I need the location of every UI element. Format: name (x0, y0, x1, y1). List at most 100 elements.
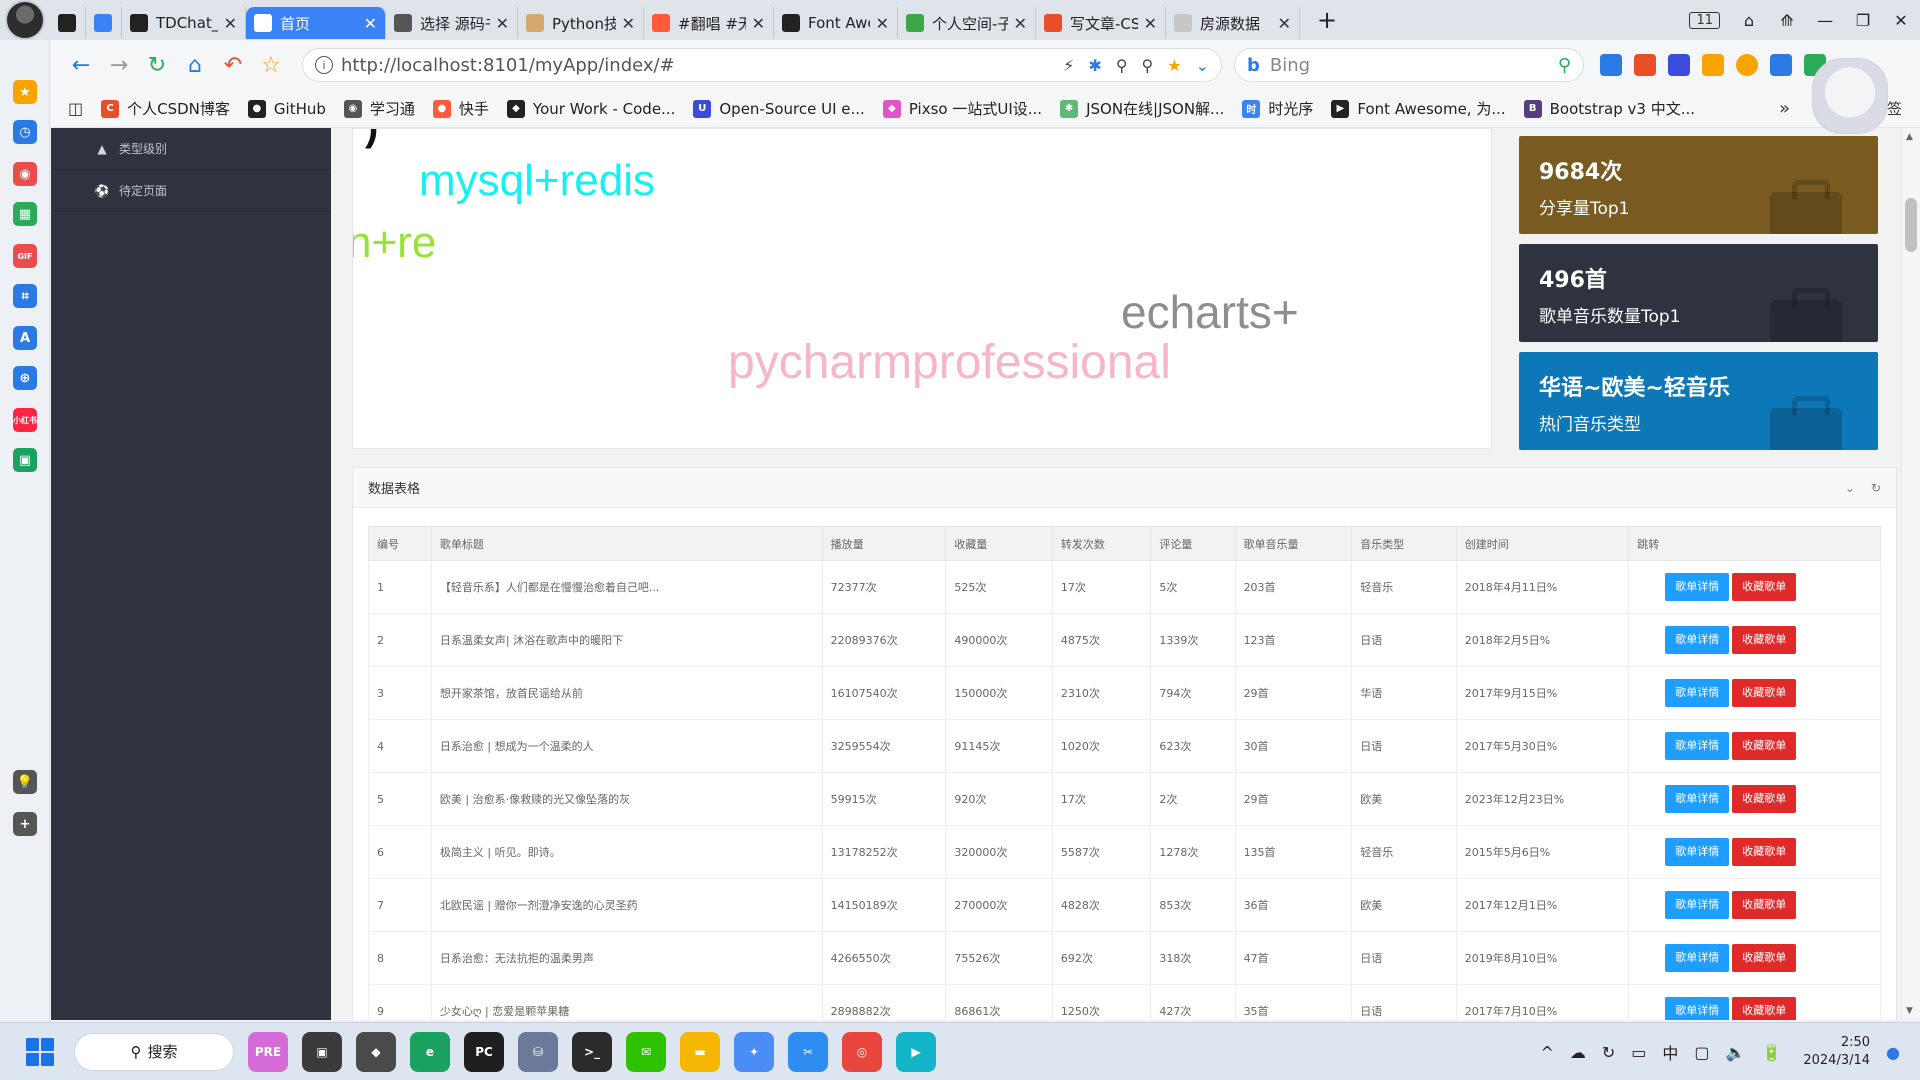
bookmark-item[interactable]: U Open-Source UI e... (693, 99, 865, 118)
favorite-playlist-button[interactable]: 收藏歌单 (1732, 732, 1797, 760)
new-tab-button[interactable]: + (1312, 6, 1342, 34)
translate-icon[interactable]: A (13, 326, 37, 350)
translate-extension-icon[interactable] (1600, 54, 1622, 76)
close-window-button[interactable]: ✕ (1882, 11, 1920, 30)
crop-extension-icon[interactable] (1770, 54, 1792, 76)
history-icon[interactable]: ◷ (13, 120, 37, 144)
notification-bell-icon[interactable]: ● (1886, 1043, 1900, 1062)
share-icon[interactable]: ✱ (1088, 56, 1101, 75)
record-icon[interactable]: ◉ (13, 162, 37, 186)
close-tab-icon[interactable]: ✕ (622, 14, 635, 33)
network-app-icon[interactable]: ⛁ (518, 1031, 558, 1072)
bookmark-item[interactable]: ◆ Pixso 一站式UI设... (882, 98, 1042, 119)
minimize-button[interactable]: — (1806, 11, 1844, 30)
browser-tab[interactable]: 写文章-CSD ✕ (1036, 7, 1166, 39)
forward-icon[interactable]: → (100, 53, 138, 78)
browser-tab[interactable]: Font Awes ✕ (774, 7, 898, 39)
playlist-detail-button[interactable]: 歌单详情 (1665, 785, 1730, 813)
grid-extension-icon[interactable] (1702, 54, 1724, 76)
xiaohongshu-icon[interactable]: 小红书 (13, 408, 37, 432)
favorites-icon[interactable]: ★ (13, 80, 37, 104)
bookmark-item[interactable]: ▶ Font Awesome, 为... (1331, 98, 1506, 119)
favorite-star-icon[interactable]: ☆ (252, 53, 290, 78)
cube-app-icon[interactable]: ◆ (356, 1031, 396, 1072)
lightning-icon[interactable]: ⚡ (1063, 56, 1074, 75)
chat-app-icon[interactable]: ✦ (734, 1031, 774, 1072)
column-header[interactable]: 评论量 (1150, 526, 1236, 561)
bookmark-item[interactable]: 时时光序 (1242, 98, 1313, 119)
browser-tab[interactable]: 选择 源码书 ✕ (386, 7, 518, 39)
bookmark-item[interactable]: ◉ 学习通 (343, 98, 415, 119)
home-icon[interactable]: ⌂ (176, 53, 214, 78)
screenshot-app-icon[interactable]: ✂ (788, 1031, 828, 1072)
collections-icon[interactable]: ⌂ (1730, 11, 1768, 30)
favorite-playlist-button[interactable]: 收藏歌单 (1732, 891, 1797, 919)
red-extension-icon[interactable] (1634, 54, 1656, 76)
column-header[interactable]: 歌单标题 (430, 526, 823, 561)
back-icon[interactable]: ← (62, 53, 100, 78)
url-text[interactable]: http://localhost:8101/myApp/index/# (341, 55, 1063, 76)
playlist-detail-button[interactable]: 歌单详情 (1665, 838, 1730, 866)
favorite-playlist-button[interactable]: 收藏歌单 (1732, 626, 1797, 654)
browser-tab[interactable]: TDChat_GP ✕ (122, 7, 246, 39)
column-header[interactable]: 跳转 (1628, 526, 1881, 561)
sidebar-item-type-level[interactable]: ▲ 类型级别 (51, 128, 331, 170)
bookmark-item[interactable]: C 个人CSDN博客 (101, 98, 230, 119)
column-header[interactable]: 播放量 (821, 526, 947, 561)
close-tab-icon[interactable]: ✕ (224, 14, 237, 33)
bookmarks-more-button[interactable]: » (1779, 98, 1790, 119)
moon-extension-icon[interactable] (1736, 54, 1758, 76)
favorite-playlist-button[interactable]: 收藏歌单 (1732, 944, 1797, 972)
crop-icon[interactable]: ⌗ (13, 284, 37, 308)
bookmarks-other[interactable]: 签 (1887, 98, 1902, 119)
ime-icon[interactable]: 中 (1662, 1040, 1678, 1064)
start-button[interactable] (26, 1037, 54, 1066)
favorite-playlist-button[interactable]: 收藏歌单 (1732, 785, 1797, 813)
url-bar[interactable]: i http://localhost:8101/myApp/index/# ⚡ … (302, 48, 1222, 82)
favorite-playlist-button[interactable]: 收藏歌单 (1732, 573, 1797, 601)
close-tab-icon[interactable]: ✕ (364, 14, 377, 33)
browser-tab[interactable]: #翻唱 #无声 ✕ (644, 7, 774, 39)
column-header[interactable]: 歌单音乐量 (1234, 526, 1353, 561)
search-input[interactable]: Bing (1270, 55, 1310, 76)
scrollbar-thumb[interactable] (1905, 198, 1917, 252)
sidebar-item-pending-page[interactable]: ⚽ 待定页面 (51, 170, 331, 212)
playlist-detail-button[interactable]: 歌单详情 (1665, 944, 1730, 972)
clock[interactable]: 2:50 2024/3/14 (1803, 1034, 1870, 1070)
tray-chevron-icon[interactable]: ^ (1540, 1043, 1553, 1062)
tab-count-badge[interactable]: 11 (1689, 11, 1720, 29)
column-header[interactable]: 编号 (368, 526, 432, 561)
qr-icon[interactable]: ▦ (13, 202, 37, 226)
taskbar-search[interactable]: ⚲ 搜索 (74, 1032, 234, 1071)
playlist-detail-button[interactable]: 歌单详情 (1665, 573, 1730, 601)
assistant-mascot-icon[interactable] (1812, 58, 1888, 134)
favorite-playlist-button[interactable]: 收藏歌单 (1732, 838, 1797, 866)
key-icon[interactable]: ⚲ (1116, 56, 1128, 75)
search-icon[interactable]: ⚲ (1558, 55, 1571, 76)
undo-close-icon[interactable]: ↶ (214, 53, 252, 78)
close-tab-icon[interactable]: ✕ (876, 14, 889, 33)
cloud-icon[interactable]: ☁ (1570, 1043, 1586, 1062)
page-scrollbar[interactable]: ▲ ▼ (1901, 128, 1920, 1020)
gif-icon[interactable]: GIF (13, 244, 37, 268)
cmd-app-icon[interactable]: >_ (572, 1031, 612, 1072)
refresh-icon[interactable]: ↻ (1871, 481, 1881, 495)
column-header[interactable]: 创建时间 (1455, 526, 1630, 561)
profile-avatar[interactable] (0, 0, 50, 40)
chevron-down-icon[interactable]: ⌄ (1196, 56, 1209, 75)
browser-tab[interactable] (50, 7, 86, 39)
close-tab-icon[interactable]: ✕ (496, 14, 509, 33)
magnifier-extension-icon[interactable] (1668, 54, 1690, 76)
favorite-playlist-button[interactable]: 收藏歌单 (1732, 997, 1797, 1020)
bookmark-item[interactable]: B Bootstrap v3 中文... (1523, 98, 1695, 119)
playlist-detail-button[interactable]: 歌单详情 (1665, 891, 1730, 919)
display-icon[interactable]: ▢ (1694, 1043, 1709, 1062)
bookmark-item[interactable]: ● GitHub (247, 99, 326, 118)
battery-icon[interactable]: 🔋 (1761, 1043, 1781, 1062)
playlist-detail-button[interactable]: 歌单详情 (1665, 997, 1730, 1020)
reload-icon[interactable]: ↻ (138, 53, 176, 78)
add-icon[interactable]: + (13, 812, 37, 836)
favorite-playlist-button[interactable]: 收藏歌单 (1732, 679, 1797, 707)
close-tab-icon[interactable]: ✕ (1144, 14, 1157, 33)
chevron-down-icon[interactable]: ⌄ (1845, 481, 1855, 495)
